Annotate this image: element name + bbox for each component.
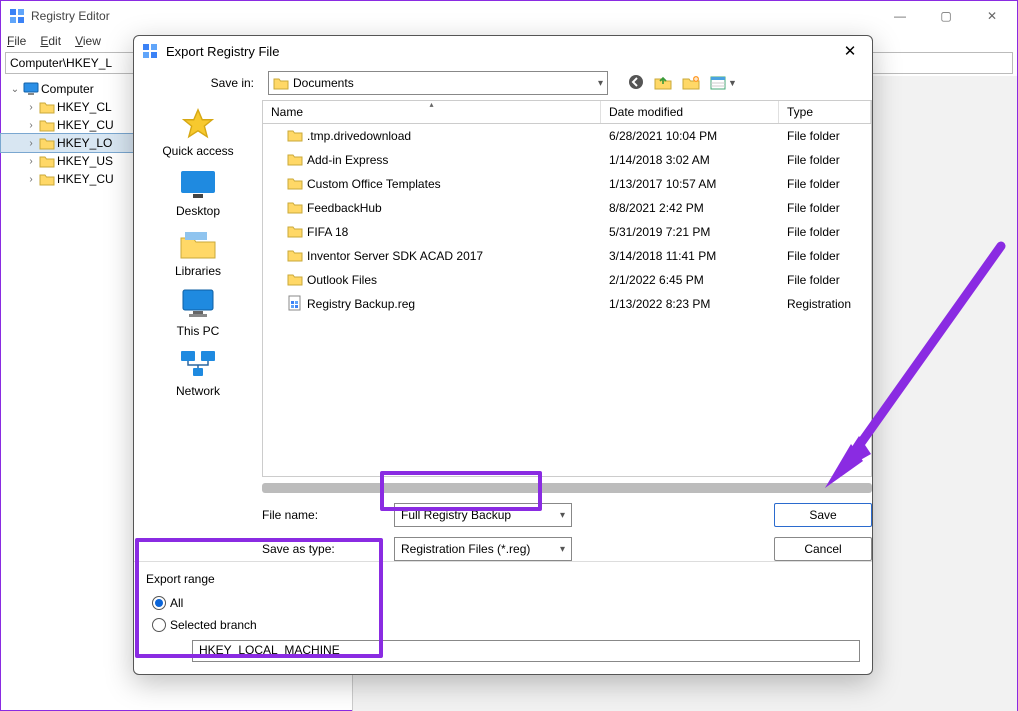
computer-icon bbox=[23, 82, 39, 96]
place-network[interactable]: Network bbox=[176, 346, 220, 398]
list-item[interactable]: .tmp.drivedownload6/28/2021 10:04 PMFile… bbox=[263, 124, 871, 148]
radio-all[interactable]: All bbox=[152, 592, 860, 614]
star-icon bbox=[178, 106, 218, 142]
dialog-title: Export Registry File bbox=[166, 44, 279, 59]
folder-icon bbox=[287, 200, 303, 217]
list-item[interactable]: Inventor Server SDK ACAD 20173/14/2018 1… bbox=[263, 244, 871, 268]
save-in-combo[interactable]: Documents ▾ bbox=[268, 71, 608, 95]
export-dialog: Export Registry File ✕ Save in: Document… bbox=[133, 35, 873, 675]
this-pc-icon bbox=[178, 286, 218, 322]
dialog-close-button[interactable]: ✕ bbox=[836, 37, 864, 65]
list-item[interactable]: Outlook Files2/1/2022 6:45 PMFile folder bbox=[263, 268, 871, 292]
list-item[interactable]: Custom Office Templates1/13/2017 10:57 A… bbox=[263, 172, 871, 196]
folder-icon bbox=[39, 154, 55, 168]
folder-icon bbox=[287, 248, 303, 265]
radio-icon bbox=[152, 596, 166, 610]
view-menu-icon[interactable]: ▼ bbox=[710, 75, 737, 91]
list-header[interactable]: Name ▴ Date modified Type bbox=[262, 100, 872, 124]
selected-branch-input[interactable]: HKEY_LOCAL_MACHINE bbox=[192, 640, 860, 662]
file-name-value: Full Registry Backup bbox=[401, 508, 511, 522]
folder-icon bbox=[287, 152, 303, 169]
save-type-value: Registration Files (*.reg) bbox=[401, 542, 530, 556]
reg-file-icon bbox=[287, 295, 303, 314]
up-one-level-icon[interactable] bbox=[654, 74, 672, 93]
dialog-title-bar: Export Registry File ✕ bbox=[134, 36, 872, 66]
menu-view[interactable]: View bbox=[75, 34, 101, 48]
horizontal-scrollbar[interactable] bbox=[262, 483, 872, 493]
address-text: Computer\HKEY_L bbox=[10, 56, 112, 70]
file-list[interactable]: .tmp.drivedownload6/28/2021 10:04 PMFile… bbox=[262, 124, 872, 477]
places-bar: Quick access Desktop Libraries This PC N… bbox=[134, 100, 262, 561]
regedit-icon bbox=[9, 8, 25, 24]
folder-icon bbox=[39, 172, 55, 186]
file-name-label: File name: bbox=[262, 508, 382, 522]
sort-indicator-icon: ▴ bbox=[429, 100, 433, 109]
place-desktop[interactable]: Desktop bbox=[176, 166, 220, 218]
libraries-icon bbox=[178, 226, 218, 262]
main-close-button[interactable]: ✕ bbox=[969, 1, 1015, 31]
save-in-value: Documents bbox=[293, 76, 354, 90]
folder-icon bbox=[39, 100, 55, 114]
save-type-label: Save as type: bbox=[262, 542, 382, 556]
save-button[interactable]: Save bbox=[774, 503, 872, 527]
network-icon bbox=[178, 346, 218, 382]
folder-icon bbox=[287, 176, 303, 193]
chevron-down-icon: ▾ bbox=[560, 544, 565, 555]
chevron-down-icon: ▾ bbox=[598, 78, 603, 89]
save-type-combo[interactable]: Registration Files (*.reg) ▾ bbox=[394, 537, 572, 561]
folder-icon bbox=[287, 128, 303, 145]
menu-edit[interactable]: Edit bbox=[40, 34, 61, 48]
desktop-icon bbox=[178, 166, 218, 202]
menu-file[interactable]: File bbox=[7, 34, 26, 48]
main-title-bar: Registry Editor — ▢ ✕ bbox=[1, 1, 1017, 31]
new-folder-icon[interactable] bbox=[682, 74, 700, 93]
tree-root-label: Computer bbox=[41, 82, 94, 96]
main-maximize-button[interactable]: ▢ bbox=[923, 1, 969, 31]
main-title-text: Registry Editor bbox=[31, 9, 110, 23]
list-item[interactable]: FIFA 185/31/2019 7:21 PMFile folder bbox=[263, 220, 871, 244]
radio-selected-branch[interactable]: Selected branch bbox=[152, 614, 860, 636]
place-libraries[interactable]: Libraries bbox=[175, 226, 221, 278]
chevron-down-icon: ▾ bbox=[560, 510, 565, 521]
folder-icon bbox=[287, 224, 303, 241]
list-item[interactable]: Add-in Express1/14/2018 3:02 AMFile fold… bbox=[263, 148, 871, 172]
list-item[interactable]: FeedbackHub8/8/2021 2:42 PMFile folder bbox=[263, 196, 871, 220]
folder-icon bbox=[287, 272, 303, 289]
main-minimize-button[interactable]: — bbox=[877, 1, 923, 31]
export-range-title: Export range bbox=[146, 572, 860, 586]
list-item[interactable]: Registry Backup.reg1/13/2022 8:23 PMRegi… bbox=[263, 292, 871, 316]
column-name[interactable]: Name ▴ bbox=[263, 101, 601, 123]
radio-icon bbox=[152, 618, 166, 632]
place-quick-access[interactable]: Quick access bbox=[162, 106, 233, 158]
export-range-group: Export range All Selected branch HKEY_LO… bbox=[146, 572, 860, 662]
file-name-input[interactable]: Full Registry Backup ▾ bbox=[394, 503, 572, 527]
column-type[interactable]: Type bbox=[779, 101, 871, 123]
cancel-button[interactable]: Cancel bbox=[774, 537, 872, 561]
folder-icon bbox=[39, 136, 55, 150]
regedit-icon bbox=[142, 43, 158, 59]
place-this-pc[interactable]: This PC bbox=[177, 286, 220, 338]
column-date[interactable]: Date modified bbox=[601, 101, 779, 123]
folder-icon bbox=[39, 118, 55, 132]
back-icon[interactable] bbox=[628, 74, 644, 93]
save-in-label: Save in: bbox=[194, 76, 254, 90]
